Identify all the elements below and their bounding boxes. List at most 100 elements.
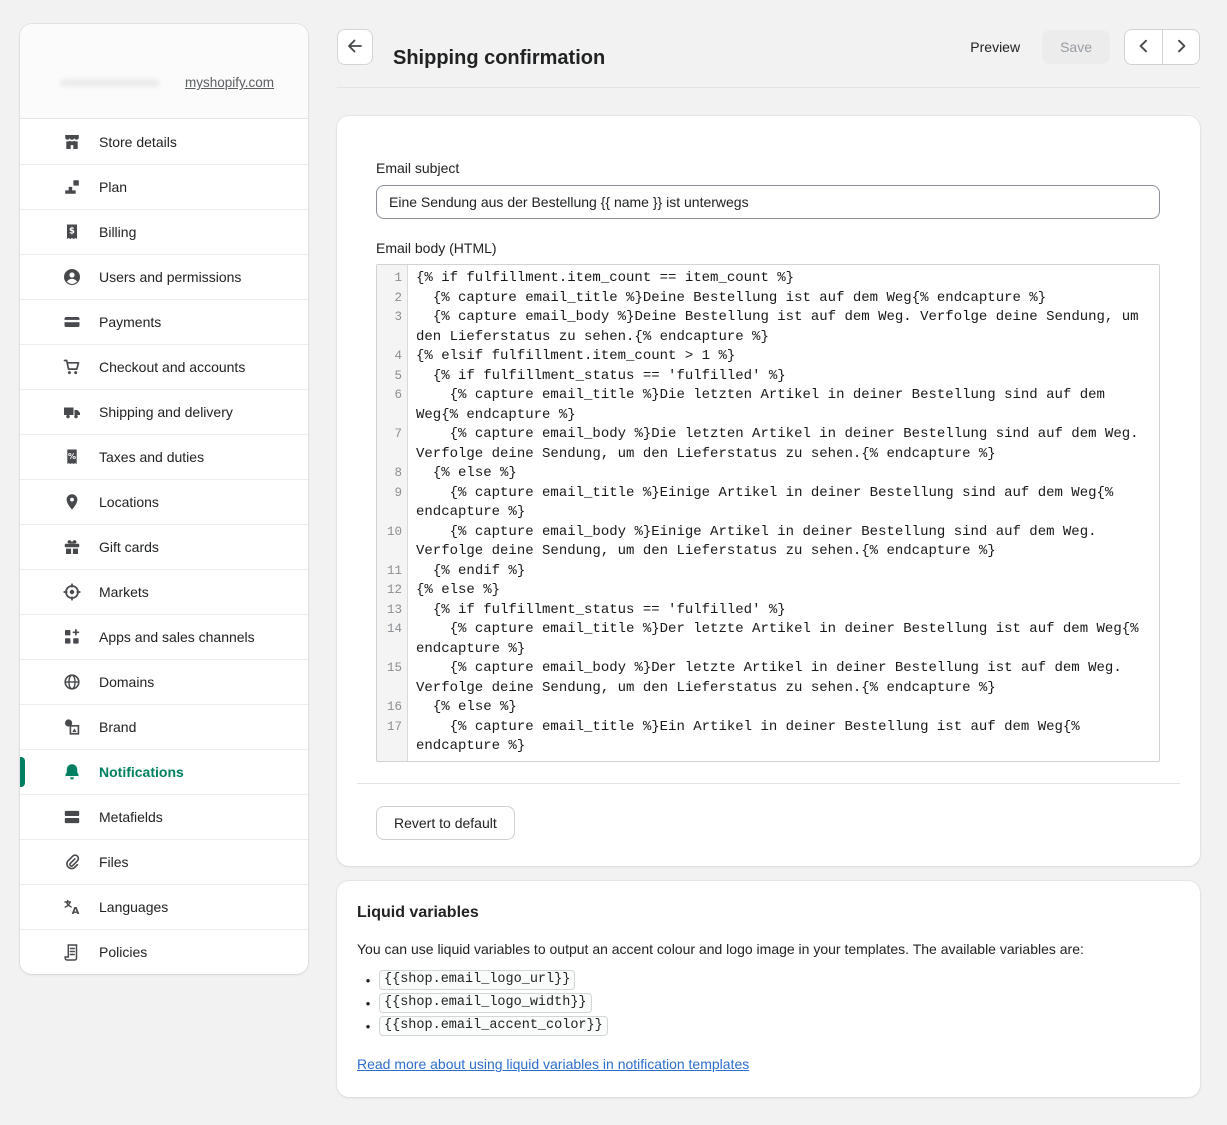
sidebar-item-label: Brand <box>99 719 136 735</box>
sidebar-item-brand[interactable]: Brand <box>20 704 308 749</box>
code-text: {% elsif fulfillment.item_count > 1 %} <box>407 347 1159 367</box>
template-pager <box>1124 29 1200 65</box>
preview-button[interactable]: Preview <box>962 33 1028 61</box>
sidebar-item-label: Payments <box>99 314 161 330</box>
liquid-variable-chip: {{shop.email_logo_width}} <box>379 993 592 1013</box>
code-line: 3 {% capture email_body %}Deine Bestellu… <box>377 308 1159 347</box>
read-more-link[interactable]: Read more about using liquid variables i… <box>357 1056 749 1072</box>
sidebar-item-billing[interactable]: $ Billing <box>20 209 308 254</box>
line-number: 17 <box>377 718 407 757</box>
line-number: 14 <box>377 620 407 659</box>
code-text: {% else %} <box>407 698 1159 718</box>
liquid-variables-card: Liquid variables You can use liquid vari… <box>337 881 1200 1097</box>
code-text: {% else %} <box>407 464 1159 484</box>
line-number: 9 <box>377 484 407 523</box>
page-header: Shipping confirmation Preview Save <box>337 29 1200 65</box>
back-button[interactable] <box>337 29 373 65</box>
line-number: 6 <box>377 386 407 425</box>
header-divider <box>337 87 1200 88</box>
users-icon <box>62 267 82 287</box>
liquid-variable-chip: {{shop.email_logo_url}} <box>379 970 575 990</box>
sidebar-item-label: Plan <box>99 179 127 195</box>
line-number: 4 <box>377 347 407 367</box>
taxes-icon: % <box>62 447 82 467</box>
line-number: 13 <box>377 601 407 621</box>
line-number: 12 <box>377 581 407 601</box>
sidebar-item-payments[interactable]: Payments <box>20 299 308 344</box>
sidebar-item-users-and-permissions[interactable]: Users and permissions <box>20 254 308 299</box>
email-body-editor[interactable]: 1{% if fulfillment.item_count == item_co… <box>376 264 1160 762</box>
languages-icon: A <box>62 897 82 917</box>
sidebar-item-apps-and-sales-channels[interactable]: Apps and sales channels <box>20 614 308 659</box>
code-line: 1{% if fulfillment.item_count == item_co… <box>377 269 1159 289</box>
code-text: {% capture email_title %}Deine Bestellun… <box>407 289 1159 309</box>
code-text: {% if fulfillment_status == 'fulfilled' … <box>407 601 1159 621</box>
code-text: {% else %} <box>407 581 1159 601</box>
sidebar-item-label: Metafields <box>99 809 163 825</box>
code-text: {% endif %} <box>407 562 1159 582</box>
sidebar-item-label: Locations <box>99 494 159 510</box>
liquid-variables-description: You can use liquid variables to output a… <box>357 941 1180 957</box>
sidebar-item-label: Taxes and duties <box>99 449 204 465</box>
sidebar-item-domains[interactable]: Domains <box>20 659 308 704</box>
sidebar-item-taxes-and-duties[interactable]: % Taxes and duties <box>20 434 308 479</box>
settings-nav: Store details Plan $ Billing Users and permi… <box>20 119 308 974</box>
sidebar-item-metafields[interactable]: Metafields <box>20 794 308 839</box>
sidebar-item-checkout-and-accounts[interactable]: Checkout and accounts <box>20 344 308 389</box>
sidebar-item-plan[interactable]: Plan <box>20 164 308 209</box>
save-button[interactable]: Save <box>1042 30 1110 64</box>
code-text: {% capture email_body %}Der letzte Artik… <box>407 659 1159 698</box>
sidebar-item-label: Files <box>99 854 129 870</box>
chevron-left-icon <box>1134 36 1154 59</box>
checkout-icon <box>62 357 82 377</box>
sidebar-item-files[interactable]: Files <box>20 839 308 884</box>
sidebar-item-label: Languages <box>99 899 168 915</box>
code-line: 7 {% capture email_body %}Die letzten Ar… <box>377 425 1159 464</box>
code-text: {% capture email_title %}Ein Artikel in … <box>407 718 1159 757</box>
sidebar-item-markets[interactable]: Markets <box>20 569 308 614</box>
store-domain-link[interactable]: myshopify.com <box>185 75 274 90</box>
sidebar-item-policies[interactable]: Policies <box>20 929 308 974</box>
svg-text:$: $ <box>69 227 75 237</box>
code-line: 5 {% if fulfillment_status == 'fulfilled… <box>377 367 1159 387</box>
sidebar-item-gift-cards[interactable]: Gift cards <box>20 524 308 569</box>
revert-to-default-button[interactable]: Revert to default <box>376 806 515 840</box>
liquid-variable-item: •{{shop.email_logo_url}} <box>357 970 1180 990</box>
store-header: myshopify.com <box>20 24 308 119</box>
files-icon <box>62 852 82 872</box>
code-line: 17 {% capture email_title %}Ein Artikel … <box>377 718 1159 757</box>
sidebar-item-locations[interactable]: Locations <box>20 479 308 524</box>
bullet-dot: • <box>357 1019 379 1034</box>
svg-text:%: % <box>68 452 76 461</box>
notifications-icon <box>62 762 82 782</box>
sidebar-item-notifications[interactable]: Notifications <box>20 749 308 794</box>
payments-icon <box>62 312 82 332</box>
next-template-button[interactable] <box>1162 30 1199 64</box>
policies-icon <box>62 942 82 962</box>
sidebar-item-label: Domains <box>99 674 154 690</box>
line-number: 8 <box>377 464 407 484</box>
code-line: 12{% else %} <box>377 581 1159 601</box>
email-subject-input[interactable] <box>376 185 1160 219</box>
code-line: 13 {% if fulfillment_status == 'fulfille… <box>377 601 1159 621</box>
metafields-icon <box>62 807 82 827</box>
code-text: {% capture email_title %}Der letzte Arti… <box>407 620 1159 659</box>
line-number: 10 <box>377 523 407 562</box>
line-number: 3 <box>377 308 407 347</box>
code-line: 8 {% else %} <box>377 464 1159 484</box>
code-text: {% capture email_title %}Die letzten Art… <box>407 386 1159 425</box>
code-rows: 1{% if fulfillment.item_count == item_co… <box>377 265 1159 757</box>
code-text: {% if fulfillment_status == 'fulfilled' … <box>407 367 1159 387</box>
back-arrow-icon <box>345 36 365 59</box>
line-number: 1 <box>377 269 407 289</box>
code-line: 15 {% capture email_body %}Der letzte Ar… <box>377 659 1159 698</box>
sidebar-item-languages[interactable]: A Languages <box>20 884 308 929</box>
sidebar-item-shipping-and-delivery[interactable]: Shipping and delivery <box>20 389 308 434</box>
sidebar-item-store-details[interactable]: Store details <box>20 119 308 164</box>
sidebar-item-label: Markets <box>99 584 149 600</box>
plan-icon <box>62 177 82 197</box>
previous-template-button[interactable] <box>1125 30 1162 64</box>
code-line: 14 {% capture email_title %}Der letzte A… <box>377 620 1159 659</box>
sidebar-item-label: Billing <box>99 224 136 240</box>
store-name-redacted <box>60 79 160 87</box>
